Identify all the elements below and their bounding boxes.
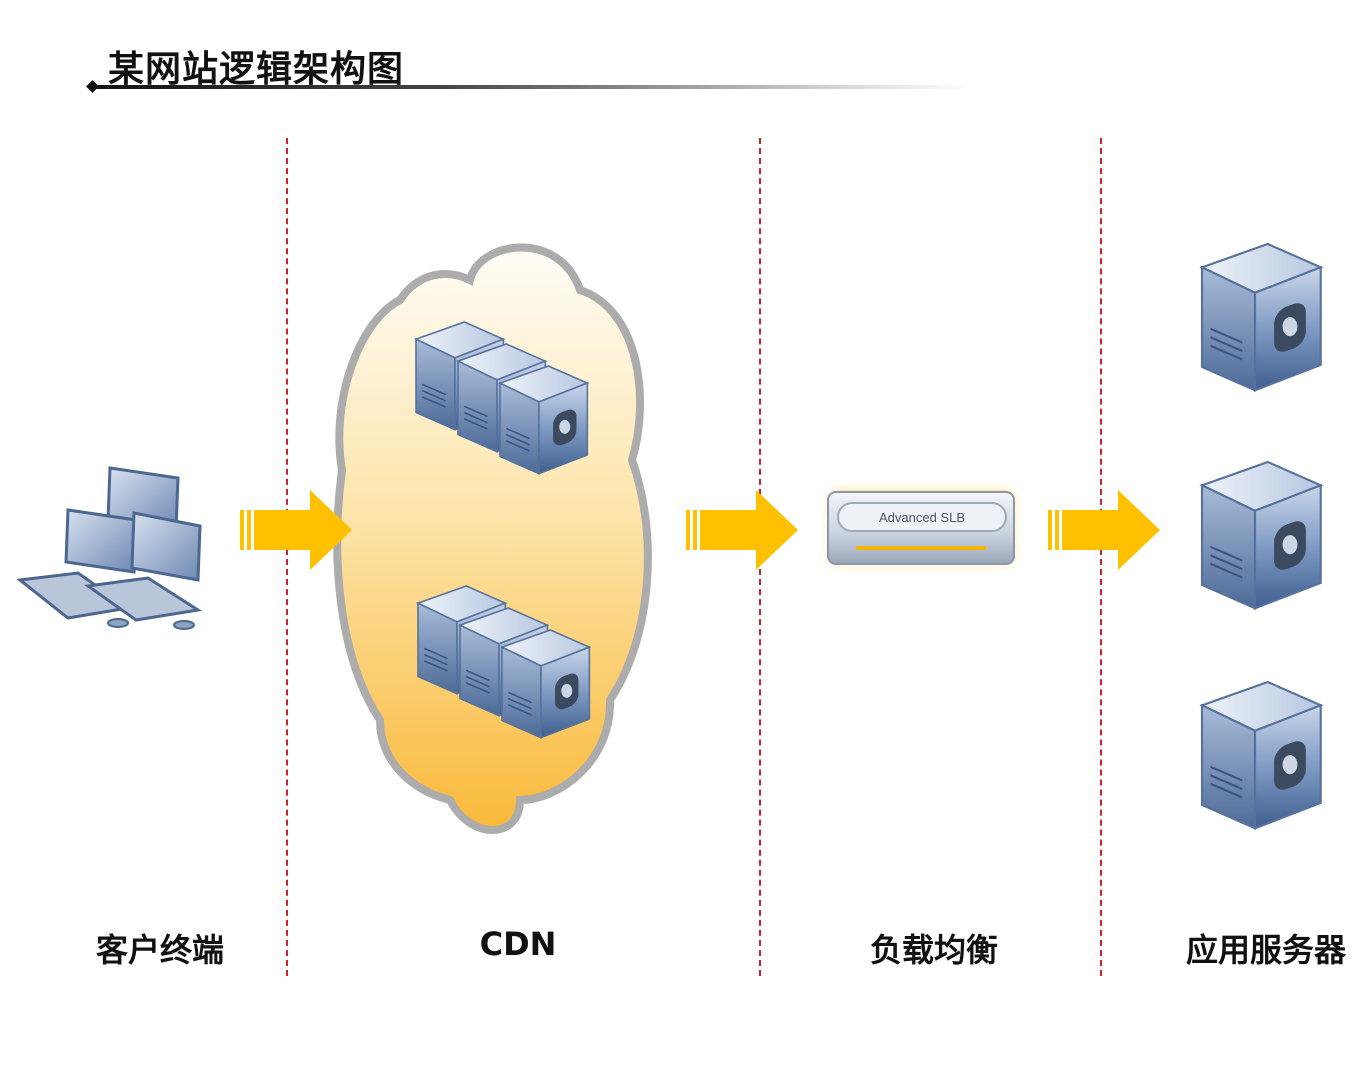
server-icon <box>1200 460 1322 610</box>
client-computers-icon <box>16 466 203 630</box>
server-icon <box>1200 242 1322 392</box>
column-label-load-balancer: 负载均衡 <box>869 931 998 969</box>
column-label-app-server: 应用服务器 <box>1185 931 1346 969</box>
server-icon <box>1200 680 1322 830</box>
flow-arrow <box>1048 490 1160 570</box>
slb-device-label: Advanced SLB <box>879 510 965 525</box>
flow-arrow <box>686 490 798 570</box>
column-label-client: 客户终端 <box>95 931 224 969</box>
column-label-cdn: CDN <box>479 925 557 963</box>
load-balancer-icon: Advanced SLB <box>827 490 1015 565</box>
architecture-diagram: Advanced SLB <box>16 242 1322 834</box>
